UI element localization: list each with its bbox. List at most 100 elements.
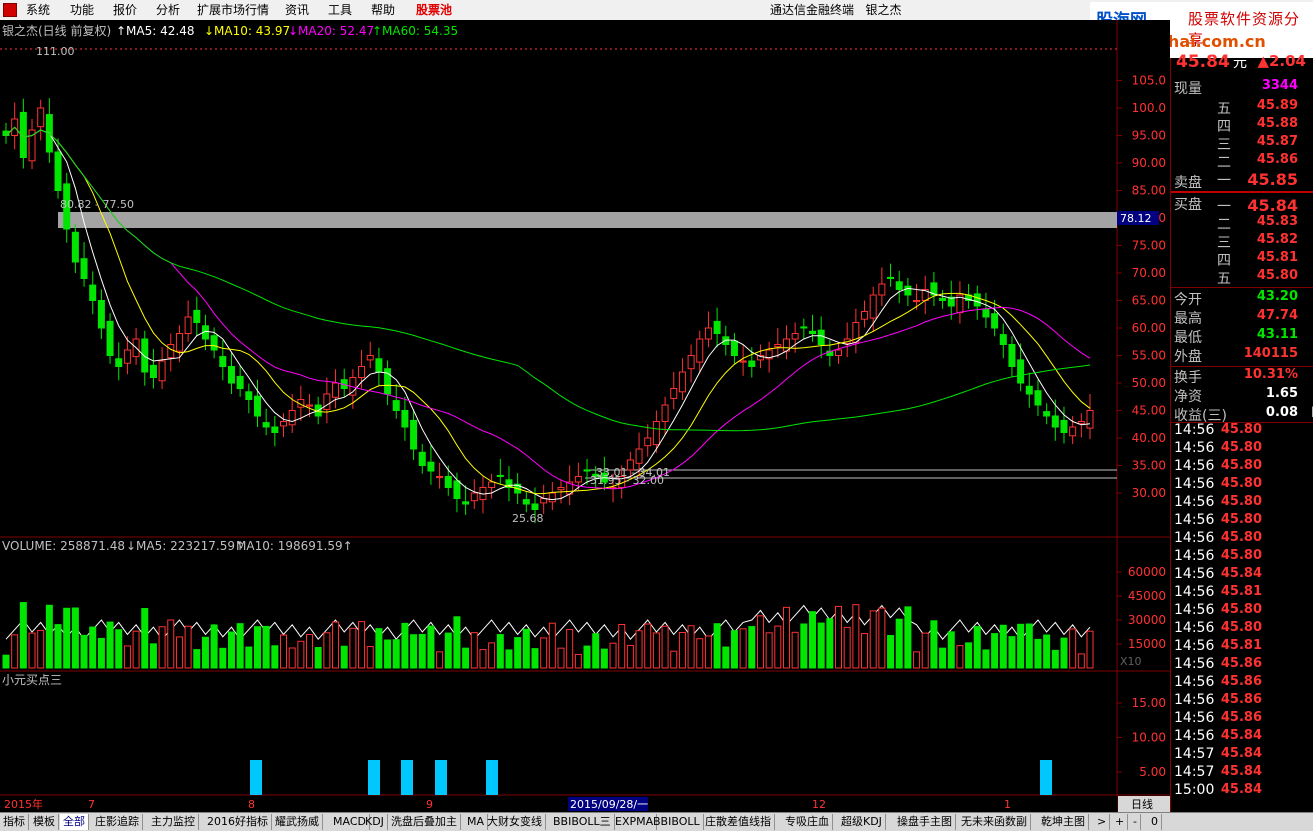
tick-row: 15:00 45.84: [1171, 782, 1313, 800]
volume-bar: [600, 648, 608, 669]
menu-analysis[interactable]: 分析: [156, 2, 180, 18]
volume-bar: [1086, 630, 1094, 669]
ask-level-4-value: 45.88: [1256, 116, 1298, 131]
volume-bar: [1025, 623, 1033, 669]
volume-bar: [366, 646, 374, 669]
tick-row: 14:56 45.86: [1171, 710, 1313, 728]
band-price: 78.12: [1120, 212, 1152, 225]
tab-2[interactable]: 全部: [60, 814, 89, 830]
volume-bar: [540, 637, 548, 669]
tick-row-value: 45.84: [1220, 566, 1262, 581]
stat-0-label: 今开: [1174, 292, 1202, 308]
menu-quote[interactable]: 报价: [113, 2, 137, 18]
stat-6: 收益(三)0.08PE: [1171, 405, 1313, 424]
menu-stock-pool[interactable]: 股票池: [416, 2, 452, 18]
tick-row-label: 14:56: [1174, 620, 1215, 636]
tab-17[interactable]: 超级KDJ: [838, 814, 886, 830]
current-volume-value: 3344: [1261, 78, 1298, 93]
stat-2-label: 最低: [1174, 330, 1202, 346]
volume-bar: [306, 634, 314, 669]
tick-row-value: 45.86: [1220, 692, 1262, 707]
tab-3[interactable]: 庄影追踪: [92, 814, 143, 830]
volume-bar: [1069, 628, 1077, 669]
tick-row: 14:56 45.80: [1171, 476, 1313, 494]
tab-1[interactable]: 模板: [30, 814, 59, 830]
tab-8[interactable]: KDJ: [362, 814, 388, 830]
menu-tools[interactable]: 工具: [328, 2, 352, 18]
ask-level-3-value: 45.87: [1256, 134, 1298, 149]
volume-bar: [826, 618, 834, 669]
stat-0-value: 43.20: [1256, 289, 1298, 304]
ask-level-name: 四: [1217, 119, 1231, 135]
kline-chart-area[interactable]: 105.0100.095.0090.0085.0080.0075.0070.00…: [0, 20, 1170, 812]
volume-bar: [652, 632, 660, 669]
volume-unit: X10: [1120, 655, 1142, 668]
tab-19[interactable]: 无未来函数副: [958, 814, 1031, 830]
volume-bar: [37, 629, 45, 669]
tab-22[interactable]: +: [1112, 814, 1129, 830]
volume-axis-tick: 30000: [1128, 613, 1166, 627]
volume-bar: [2, 654, 10, 669]
tab-14[interactable]: BBIBOLL: [650, 814, 704, 830]
volume-bar: [245, 646, 253, 669]
last-price: 45.84: [1176, 52, 1230, 72]
volume-bar: [782, 606, 790, 669]
tab-18[interactable]: 操盘手主图: [894, 814, 956, 830]
date-axis-label: 12: [812, 798, 826, 811]
tick-row: 14:56 45.80: [1171, 422, 1313, 440]
ask-side-label: 卖盘: [1174, 175, 1202, 191]
stat-1: 最高47.74量: [1171, 308, 1313, 327]
volume-bar: [843, 626, 851, 669]
volume-title: VOLUME: 258871.48: [2, 539, 125, 553]
volume-bar: [158, 626, 166, 669]
tab-16[interactable]: 专吸庄血: [782, 814, 833, 830]
volume-bar: [930, 620, 938, 669]
volume-bar: [835, 605, 843, 669]
menu-function[interactable]: 功能: [70, 2, 94, 18]
tick-row-label: 14:56: [1174, 656, 1215, 672]
price-axis-tick: 90.00: [1132, 156, 1166, 170]
tab-11[interactable]: 大财女变线: [484, 814, 546, 830]
volume-bar: [748, 626, 756, 669]
tick-row-value: 45.84: [1220, 746, 1262, 761]
tab-0[interactable]: 指标: [0, 814, 29, 830]
menu-system[interactable]: 系统: [26, 2, 50, 18]
menu-extended-market[interactable]: 扩展市场行情: [197, 2, 269, 18]
volume-bar: [106, 621, 114, 669]
tab-12[interactable]: BBIBOLL三: [550, 814, 615, 830]
tick-row: 14:56 45.81: [1171, 584, 1313, 602]
indicator-title: 小元买点三: [2, 673, 62, 687]
volume-bar: [89, 626, 97, 669]
tick-row-label: 14:56: [1174, 530, 1215, 546]
tab-4[interactable]: 主力监控: [148, 814, 199, 830]
volume-bar: [323, 632, 331, 669]
volume-bar: [609, 642, 617, 669]
bid-level-4: 45.81 四: [1171, 250, 1313, 269]
menu-news[interactable]: 资讯: [285, 2, 309, 18]
tab-24[interactable]: 0: [1148, 814, 1162, 830]
price-axis-tick: 70.00: [1132, 266, 1166, 280]
menu-help[interactable]: 帮助: [371, 2, 395, 18]
ask-level-3: 45.87 三: [1171, 134, 1313, 153]
bid-level-name: 四: [1217, 253, 1231, 269]
period-button[interactable]: 日线: [1131, 797, 1153, 811]
tab-21[interactable]: >: [1094, 814, 1111, 830]
tab-6[interactable]: 耀武扬威: [272, 814, 323, 830]
tick-row: 14:56 45.80: [1171, 440, 1313, 458]
volume-bar: [280, 634, 288, 669]
volume-bar: [80, 634, 88, 669]
tab-9[interactable]: 洗盘后叠加主: [388, 814, 461, 830]
stat-4: 换手10.31%股: [1171, 367, 1313, 386]
tick-row-value: 45.80: [1220, 494, 1262, 509]
volume-bar: [462, 647, 470, 669]
volume-bar: [470, 632, 478, 669]
volume-bar: [358, 621, 366, 669]
ask-level-name: 二: [1217, 155, 1231, 171]
volume-bar: [618, 623, 626, 669]
stat-1-label: 最高: [1174, 311, 1202, 327]
tab-5[interactable]: 2016好指标: [204, 814, 272, 830]
stat-4-value: 10.31%: [1243, 367, 1298, 382]
tab-20[interactable]: 乾坤主图: [1038, 814, 1089, 830]
tab-15[interactable]: 庄散差值线指: [702, 814, 775, 830]
tab-23[interactable]: -: [1130, 814, 1141, 830]
